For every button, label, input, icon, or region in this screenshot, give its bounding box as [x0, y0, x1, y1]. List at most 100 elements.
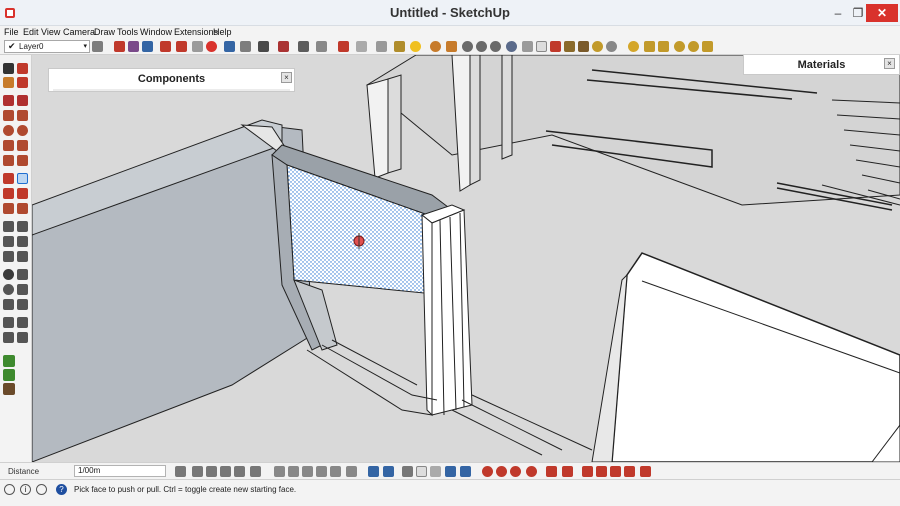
paint-bucket-icon[interactable]	[3, 77, 14, 88]
previous-view-icon[interactable]	[17, 299, 28, 310]
position-camera-icon[interactable]	[3, 317, 14, 328]
tape-icon[interactable]	[376, 41, 387, 52]
camera-icon[interactable]	[175, 466, 186, 477]
flip-edge-icon[interactable]	[702, 41, 713, 52]
right-view-icon[interactable]	[316, 466, 327, 477]
follow-me-icon[interactable]	[338, 41, 349, 52]
extension-warehouse-icon[interactable]	[250, 466, 261, 477]
polygon-icon[interactable]	[17, 125, 28, 136]
view-front-icon[interactable]	[550, 41, 561, 52]
select-icon[interactable]	[3, 63, 14, 74]
scale-icon[interactable]	[3, 203, 14, 214]
view-right-icon[interactable]	[564, 41, 575, 52]
measurements-input[interactable]: 1/00m	[74, 465, 166, 477]
push-pull-icon[interactable]	[316, 41, 327, 52]
follow-me-icon[interactable]	[17, 188, 28, 199]
print-icon[interactable]	[258, 41, 269, 52]
solid-intersect-icon[interactable]	[624, 466, 635, 477]
solid-union-icon[interactable]	[546, 466, 557, 477]
offset-icon[interactable]	[17, 203, 28, 214]
protractor-icon[interactable]	[3, 236, 14, 247]
3d-text-icon[interactable]	[17, 251, 28, 262]
sun-icon[interactable]	[394, 41, 405, 52]
save-icon[interactable]	[142, 41, 153, 52]
undo-icon[interactable]	[224, 41, 235, 52]
dimension-icon[interactable]	[17, 221, 28, 232]
style-hidden-line-icon[interactable]	[462, 41, 473, 52]
iso-view-icon[interactable]	[274, 466, 285, 477]
eraser-icon[interactable]	[192, 41, 203, 52]
open-icon[interactable]	[128, 41, 139, 52]
section-plane-icon[interactable]	[482, 466, 493, 477]
pan-icon[interactable]	[17, 269, 28, 280]
front-view-icon[interactable]	[302, 466, 313, 477]
layer-dropdown[interactable]: ✔ Layer0 ▾	[4, 40, 90, 53]
monochrome-icon[interactable]	[460, 466, 471, 477]
solid-tools-icon[interactable]	[640, 466, 651, 477]
solid-subtract-icon[interactable]	[562, 466, 573, 477]
menu-view[interactable]: View	[41, 27, 60, 37]
hidden-line-icon[interactable]	[416, 466, 427, 477]
three-point-arc-icon[interactable]	[3, 155, 14, 166]
style-shaded-icon[interactable]	[476, 41, 487, 52]
rectangle-icon[interactable]	[3, 110, 14, 121]
arc-icon[interactable]	[3, 140, 14, 151]
wireframe-icon[interactable]	[402, 466, 413, 477]
view-iso-icon[interactable]	[522, 41, 533, 52]
paint-icon[interactable]	[176, 41, 187, 52]
make-component-icon[interactable]	[17, 63, 28, 74]
menu-file[interactable]: File	[4, 27, 19, 37]
move-icon[interactable]	[3, 173, 14, 184]
rotated-rectangle-icon[interactable]	[17, 110, 28, 121]
line-icon[interactable]	[3, 95, 14, 106]
cut-icon[interactable]	[160, 41, 171, 52]
solid-trim-icon[interactable]	[582, 466, 593, 477]
orbit-icon[interactable]	[3, 269, 14, 280]
walk-icon[interactable]	[3, 332, 14, 343]
components-close-icon[interactable]: ×	[281, 72, 292, 83]
circle-icon[interactable]	[3, 125, 14, 136]
get-models-icon[interactable]	[220, 466, 231, 477]
layer-manager-icon[interactable]	[92, 41, 103, 52]
model-info-icon[interactable]	[278, 41, 289, 52]
solid-outer-shell-icon[interactable]	[610, 466, 621, 477]
left-view-icon[interactable]	[346, 466, 357, 477]
rotate-icon[interactable]	[356, 41, 367, 52]
geo-location-icon[interactable]	[4, 484, 15, 495]
style-xray-icon[interactable]	[430, 41, 441, 52]
menu-edit[interactable]: Edit	[23, 27, 39, 37]
shaded-icon[interactable]	[430, 466, 441, 477]
menu-draw[interactable]: Draw	[94, 27, 115, 37]
camera-icon[interactable]	[298, 41, 309, 52]
solid-split-icon[interactable]	[596, 466, 607, 477]
person-icon[interactable]	[3, 383, 15, 395]
text-icon[interactable]	[17, 236, 28, 247]
tree-icon[interactable]	[3, 369, 15, 381]
share-component-icon[interactable]	[206, 466, 217, 477]
info-icon[interactable]: i	[20, 484, 31, 495]
orbit-icon[interactable]	[606, 41, 617, 52]
menu-window[interactable]: Window	[140, 27, 172, 37]
menu-extensions[interactable]: Extensions	[174, 27, 218, 37]
help-icon[interactable]: ?	[56, 484, 67, 495]
section-plane-icon[interactable]	[17, 332, 28, 343]
view-left-icon[interactable]	[592, 41, 603, 52]
credits-icon[interactable]	[36, 484, 47, 495]
view-back-icon[interactable]	[578, 41, 589, 52]
eraser-icon[interactable]	[17, 77, 28, 88]
look-around-icon[interactable]	[17, 317, 28, 328]
menu-help[interactable]: Help	[213, 27, 232, 37]
section-cuts-icon[interactable]	[510, 466, 521, 477]
drape-icon[interactable]	[674, 41, 685, 52]
shaded-textures-icon[interactable]	[445, 466, 456, 477]
zoom-extents-icon[interactable]	[3, 299, 14, 310]
section-display-icon[interactable]	[496, 466, 507, 477]
style-textured-icon[interactable]	[490, 41, 501, 52]
freehand-icon[interactable]	[17, 95, 28, 106]
warehouse-icon[interactable]	[192, 466, 203, 477]
menu-tools[interactable]: Tools	[117, 27, 138, 37]
component-icon[interactable]	[114, 41, 125, 52]
section-fill-icon[interactable]	[526, 466, 537, 477]
style-monochrome-icon[interactable]	[506, 41, 517, 52]
materials-close-icon[interactable]: ×	[884, 58, 895, 69]
